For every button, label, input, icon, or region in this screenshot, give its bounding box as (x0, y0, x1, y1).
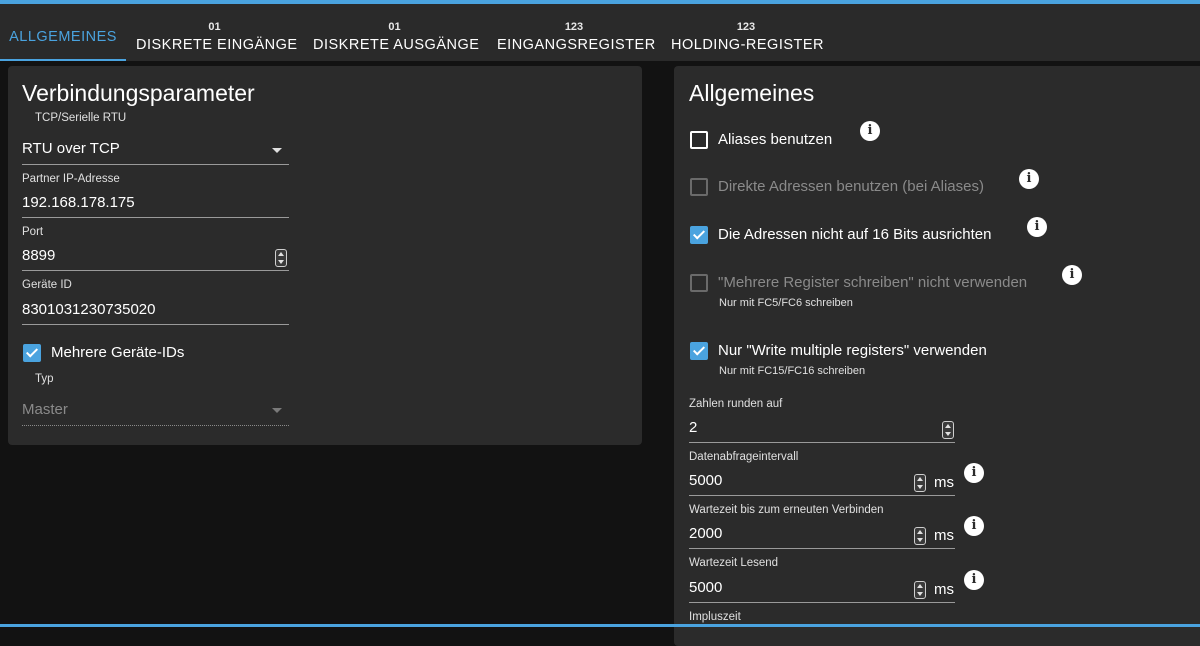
type-label: Typ (35, 373, 54, 385)
number-stepper-icon[interactable] (942, 421, 954, 439)
tab-diskrete-eingaenge[interactable]: 01 DISKRETE EINGÄNGE (136, 8, 298, 61)
reconnect-wait-label: Wartezeit bis zum erneuten Verbinden (689, 504, 884, 516)
panel-title: Allgemeines (689, 80, 815, 106)
round-numbers-label: Zahlen runden auf (689, 398, 783, 410)
read-wait-input[interactable]: 5000 (689, 579, 722, 596)
connection-type-underline (22, 164, 289, 165)
read-wait-label: Wartezeit Lesend (689, 557, 779, 569)
tab-label: DISKRETE EINGÄNGE (136, 37, 298, 53)
poll-interval-input[interactable]: 5000 (689, 472, 722, 489)
multiple-device-ids-label: Mehrere Geräte-IDs (51, 344, 185, 361)
info-icon[interactable]: i (964, 570, 984, 590)
read-wait-unit: ms (934, 581, 954, 598)
info-icon[interactable]: i (964, 516, 984, 536)
pulse-time-label: Impluszeit (689, 611, 741, 623)
type-select[interactable]: Master (22, 401, 68, 418)
general-settings-panel: Allgemeines Aliases benutzen i Direkte A… (674, 66, 1200, 646)
round-numbers-input[interactable]: 2 (689, 419, 697, 436)
ip-address-input[interactable]: 192.168.178.175 (22, 194, 135, 211)
direct-addresses-label: Direkte Adressen benutzen (bei Aliases) (718, 178, 984, 195)
active-tab-indicator (0, 59, 126, 61)
tab-count-label: 123 (736, 21, 756, 33)
tab-bar: ALLGEMEINES 01 DISKRETE EINGÄNGE 01 DISK… (0, 4, 1200, 61)
direct-addresses-checkbox[interactable] (690, 178, 708, 196)
type-underline (22, 425, 289, 426)
port-input[interactable]: 8899 (22, 247, 55, 264)
number-stepper-icon[interactable] (914, 474, 926, 492)
tab-count-label: 123 (564, 21, 584, 33)
tab-eingangsregister[interactable]: 123 EINGANGSREGISTER (497, 8, 656, 61)
info-icon[interactable]: i (1062, 265, 1082, 285)
fc5-fc6-help-text: Nur mit FC5/FC6 schreiben (719, 297, 853, 309)
reconnect-wait-input[interactable]: 2000 (689, 525, 722, 542)
tab-label: HOLDING-REGISTER (671, 37, 825, 53)
port-underline (22, 270, 289, 271)
no-16bit-align-checkbox[interactable] (690, 226, 708, 244)
reconnect-wait-underline (689, 548, 955, 549)
round-numbers-underline (689, 442, 955, 443)
no-multi-register-write-checkbox[interactable] (690, 274, 708, 292)
poll-interval-unit: ms (934, 474, 954, 491)
tab-label: DISKRETE AUSGÄNGE (313, 37, 480, 53)
info-icon[interactable]: i (860, 121, 880, 141)
poll-interval-label: Datenabfrageintervall (689, 451, 799, 463)
device-id-underline (22, 324, 289, 325)
tab-allgemeines[interactable]: ALLGEMEINES (0, 8, 126, 61)
caret-down-icon[interactable] (272, 408, 282, 413)
poll-interval-underline (689, 495, 955, 496)
only-write-multiple-label: Nur "Write multiple registers" verwenden (718, 342, 987, 359)
caret-down-icon[interactable] (272, 148, 282, 153)
device-id-input[interactable]: 8301031230735020 (22, 301, 155, 318)
info-icon[interactable]: i (1027, 217, 1047, 237)
only-write-multiple-checkbox[interactable] (690, 342, 708, 360)
connection-type-label: TCP/Serielle RTU (35, 112, 127, 124)
ip-address-label: Partner IP-Adresse (22, 173, 120, 185)
tab-count-label: 01 (388, 21, 401, 33)
reconnect-wait-unit: ms (934, 527, 954, 544)
tab-label: EINGANGSREGISTER (497, 37, 656, 53)
fc15-fc16-help-text: Nur mit FC15/FC16 schreiben (719, 365, 866, 377)
connection-parameters-panel: Verbindungsparameter TCP/Serielle RTU RT… (8, 66, 642, 445)
read-wait-underline (689, 602, 955, 603)
number-stepper-icon[interactable] (914, 581, 926, 599)
tab-count-label: 01 (208, 21, 221, 33)
panel-title: Verbindungsparameter (22, 80, 255, 106)
info-icon[interactable]: i (964, 463, 984, 483)
tab-holding-register[interactable]: 123 HOLDING-REGISTER (671, 8, 825, 61)
connection-type-select[interactable]: RTU over TCP (22, 140, 120, 157)
use-aliases-checkbox[interactable] (690, 131, 708, 149)
number-stepper-icon[interactable] (275, 249, 287, 267)
tab-label: ALLGEMEINES (9, 29, 117, 45)
device-id-label: Geräte ID (22, 279, 72, 291)
info-icon[interactable]: i (1019, 169, 1039, 189)
ip-address-underline (22, 217, 289, 218)
port-label: Port (22, 226, 44, 238)
no-multi-register-write-label: "Mehrere Register schreiben" nicht verwe… (718, 274, 1028, 291)
tab-diskrete-ausgaenge[interactable]: 01 DISKRETE AUSGÄNGE (313, 8, 480, 61)
number-stepper-icon[interactable] (914, 527, 926, 545)
no-16bit-align-label: Die Adressen nicht auf 16 Bits ausrichte… (718, 226, 992, 243)
use-aliases-label: Aliases benutzen (718, 131, 833, 148)
multiple-device-ids-checkbox[interactable] (23, 344, 41, 362)
